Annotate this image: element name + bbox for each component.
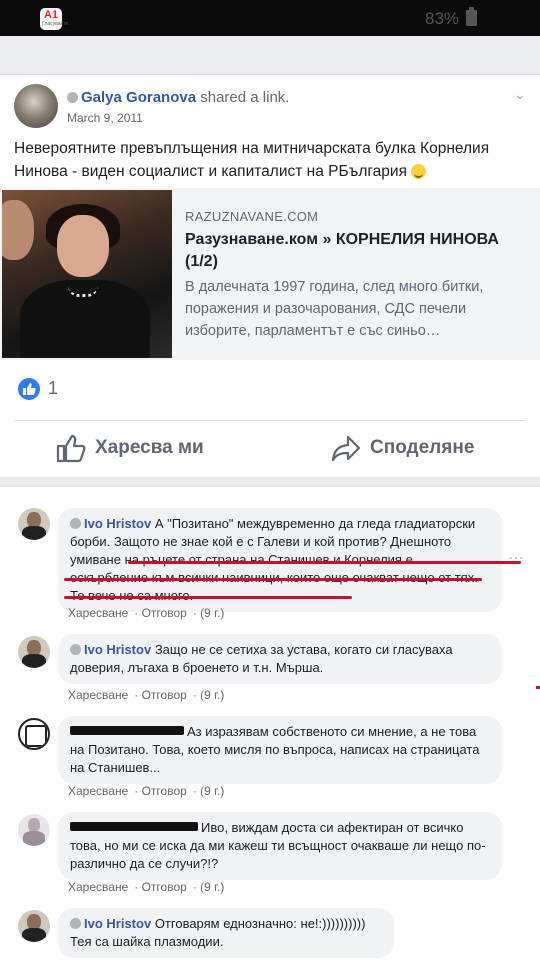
comment-like-link[interactable]: Харесване xyxy=(68,606,128,620)
app-badge: A1 xyxy=(44,9,59,21)
verified-icon xyxy=(70,918,81,929)
red-mark xyxy=(536,686,540,689)
comment-author[interactable]: Ivo Hristov xyxy=(84,516,151,531)
commenter-avatar[interactable] xyxy=(18,718,50,750)
comment-reply-link[interactable]: Отговор xyxy=(142,606,187,620)
comment-actions: Харесване · Отговор · (9 г.) xyxy=(68,880,225,894)
share-icon xyxy=(331,435,361,462)
comment-bubble: Ivo Hristov Отговарям еднозначно: не!:))… xyxy=(58,908,394,958)
post-text: Невероятните превъплъщения на митничарск… xyxy=(14,137,514,183)
comment-reply-link[interactable]: Отговор xyxy=(142,688,187,702)
comment-bubble: Иво, виждам доста си афектиран от всичко… xyxy=(58,812,502,880)
red-underline xyxy=(64,596,352,599)
app-notification-icon: A1 Гласувайте xyxy=(40,8,68,30)
comment-author[interactable]: Ivo Hristov xyxy=(84,642,151,657)
comment-reply-link[interactable]: Отговор xyxy=(142,880,187,894)
like-button-label: Харесва ми xyxy=(95,437,204,458)
app-badge-sub: Гласувайте xyxy=(42,21,69,27)
link-thumbnail[interactable] xyxy=(2,190,172,358)
verified-icon xyxy=(67,92,78,103)
post-header: Galya Goranova shared a link. xyxy=(67,89,289,106)
redacted-name xyxy=(70,726,184,735)
verified-icon xyxy=(70,518,81,529)
thumbnail-background-person xyxy=(2,200,34,260)
comment-time[interactable]: (9 г.) xyxy=(200,784,224,798)
red-underline xyxy=(64,578,482,581)
author-name[interactable]: Galya Goranova xyxy=(81,89,196,106)
share-button-label: Споделяне xyxy=(370,437,475,458)
comment-bubble: Ivo Hristov Защо не се сетиха за устава,… xyxy=(58,634,502,684)
smiley-icon xyxy=(411,164,427,180)
link-title[interactable]: Разузнаване.ком » КОРНЕЛИЯ НИНОВА (1/2) xyxy=(185,229,530,273)
comment-like-link[interactable]: Харесване xyxy=(68,880,128,894)
like-button[interactable]: Харесва ми xyxy=(55,428,204,468)
divider xyxy=(14,420,526,421)
comment-time[interactable]: (9 г.) xyxy=(200,688,224,702)
link-domain: RAZUZNAVANE.COM xyxy=(185,209,319,224)
link-description: В далечната 1997 година, след много битк… xyxy=(185,279,484,339)
like-reaction-icon[interactable] xyxy=(18,378,40,400)
comment-actions: Харесване · Отговор · (9 г.) xyxy=(68,606,225,620)
share-button[interactable]: Споделяне xyxy=(330,428,474,468)
redacted-name xyxy=(70,822,198,831)
post-action: shared a link. xyxy=(200,89,290,106)
battery-icon xyxy=(466,7,477,26)
comment-actions: Харесване · Отговор · (9 г.) xyxy=(68,688,225,702)
thumbs-up-icon xyxy=(56,434,86,463)
chevron-down-icon[interactable]: ⌄ xyxy=(514,86,526,103)
comment-like-link[interactable]: Харесване xyxy=(68,784,128,798)
red-underline xyxy=(128,561,521,564)
comment-reply-link[interactable]: Отговор xyxy=(142,784,187,798)
comment-author[interactable]: Ivo Hristov xyxy=(84,916,151,931)
post-date[interactable]: March 9, 2011 xyxy=(67,111,143,125)
more-icon[interactable]: ⋯ xyxy=(508,548,525,568)
commenter-avatar[interactable] xyxy=(18,636,50,668)
thumbnail-face xyxy=(57,215,109,277)
commenter-avatar[interactable] xyxy=(18,814,50,846)
author-avatar[interactable] xyxy=(14,84,58,128)
commenter-avatar[interactable] xyxy=(18,508,50,540)
comment-bubble: Аз изразявам собственото си мнение, а не… xyxy=(58,716,502,784)
commenter-avatar[interactable] xyxy=(18,910,50,942)
comment-like-link[interactable]: Харесване xyxy=(68,688,128,702)
comment-time[interactable]: (9 г.) xyxy=(200,606,224,620)
comment-time[interactable]: (9 г.) xyxy=(200,880,224,894)
battery-level: 83% xyxy=(425,9,460,28)
verified-icon xyxy=(70,644,81,655)
like-count[interactable]: 1 xyxy=(48,378,58,399)
status-bar: A1 Гласувайте 83% xyxy=(0,0,540,36)
comment-actions: Харесване · Отговор · (9 г.) xyxy=(68,784,225,798)
